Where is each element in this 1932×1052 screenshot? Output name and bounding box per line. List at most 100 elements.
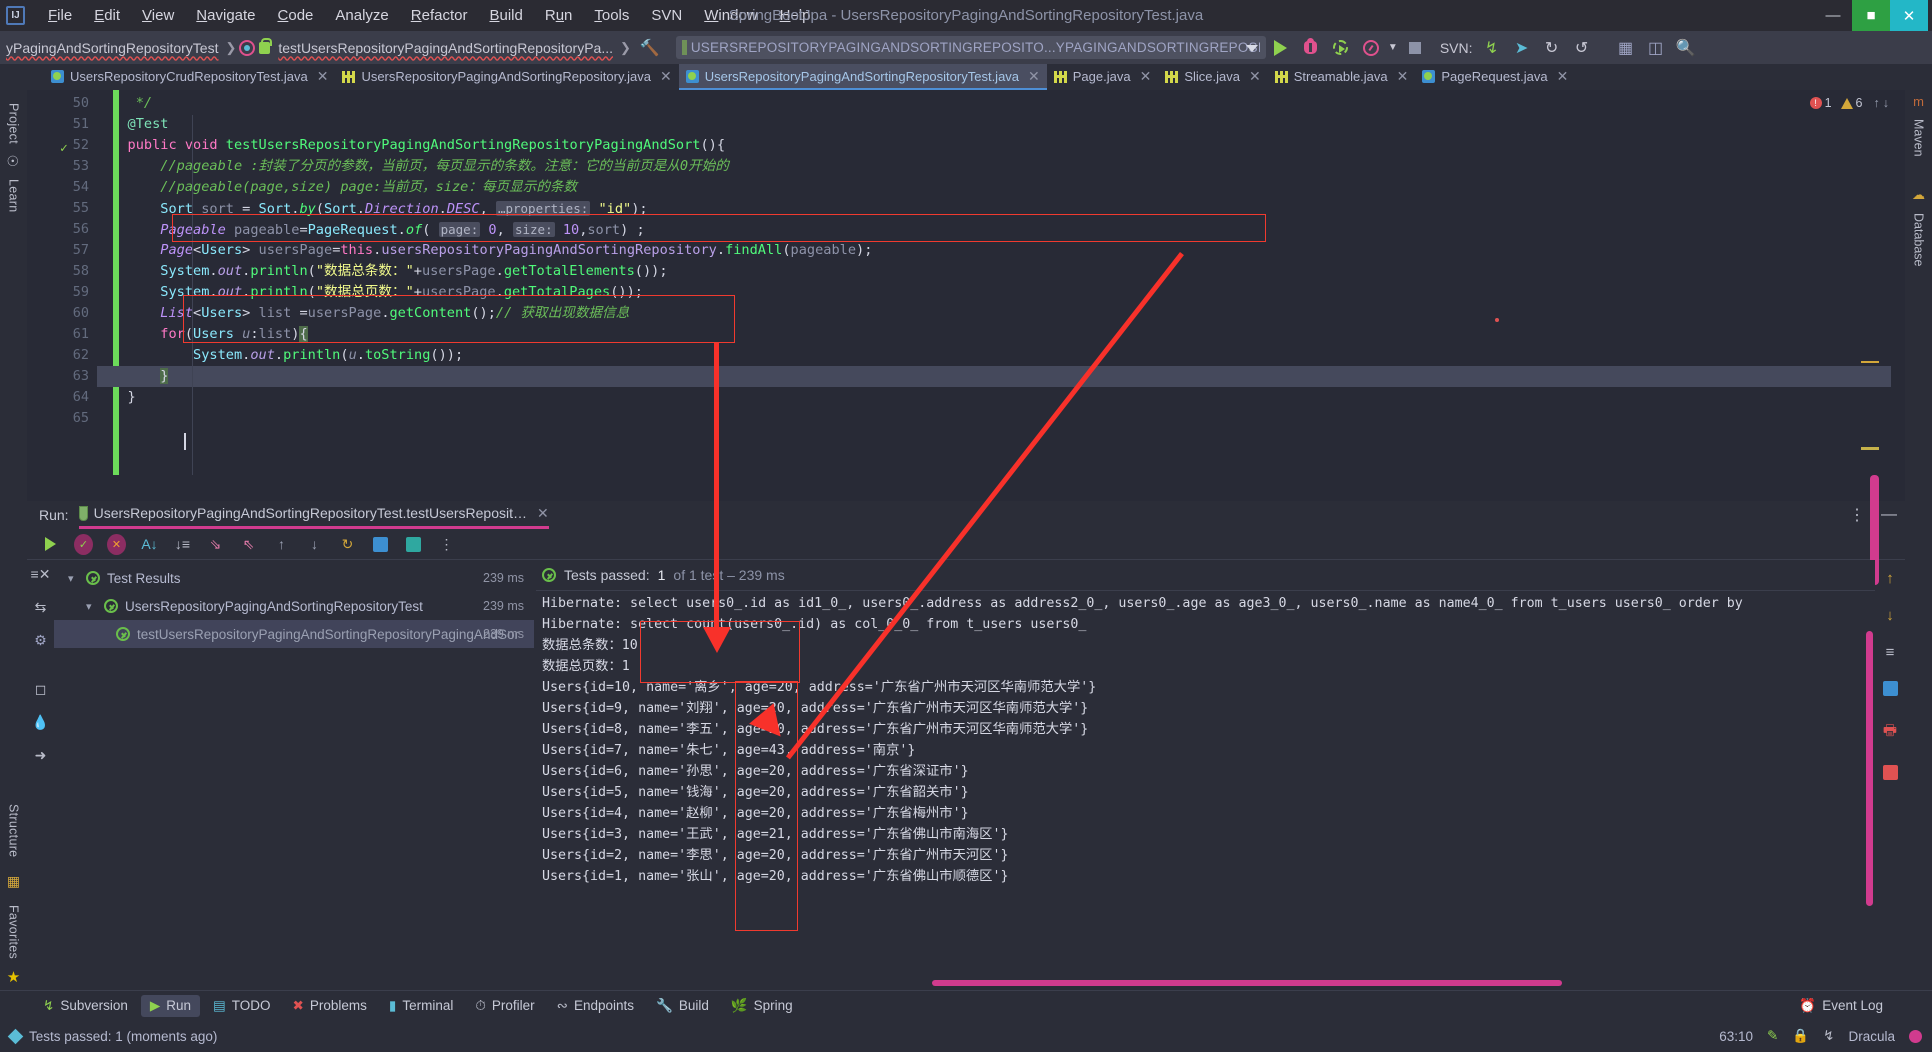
profile-button[interactable]: [1356, 33, 1386, 63]
tree-row-test-method[interactable]: testUsersRepositoryPagingAndSortingRepos…: [54, 620, 534, 648]
menu-item-file[interactable]: FFileile: [37, 5, 83, 26]
event-log-button[interactable]: ⏰ Event Log: [1790, 995, 1892, 1017]
menu-item-navigate[interactable]: Navigate: [185, 5, 266, 26]
menu-item-svn[interactable]: SVN: [640, 5, 693, 26]
next-failed-icon[interactable]: ↓: [305, 535, 324, 554]
editor-tab-users-repository-crud-repository-test[interactable]: UsersRepositoryCrudRepositoryTest.java ✕: [44, 64, 335, 90]
console-horizontal-scrollbar[interactable]: [932, 980, 1562, 986]
editor-tab-page-request[interactable]: PageRequest.java ✕: [1415, 64, 1575, 90]
tool-button-spring[interactable]: 🌿 Spring: [722, 995, 802, 1017]
tool-button-terminal[interactable]: ▮ Terminal: [380, 995, 462, 1017]
editor-marker-strip[interactable]: [1891, 90, 1905, 501]
more-options-icon[interactable]: ⋮: [1849, 505, 1865, 525]
camera-icon[interactable]: ◻: [35, 681, 47, 698]
menu-item-window[interactable]: Window: [693, 5, 768, 26]
tree-row-test-results[interactable]: ▾ Test Results 239 ms: [54, 564, 534, 592]
close-tab-icon[interactable]: ✕: [1557, 68, 1569, 85]
console-output[interactable]: Tests passed: 1 of 1 test – 239 ms Hiber…: [534, 560, 1875, 990]
export-icon[interactable]: [371, 535, 390, 554]
vcs-history-icon[interactable]: ↻: [1537, 33, 1567, 63]
history-icon[interactable]: ↻: [338, 535, 357, 554]
close-tab-icon[interactable]: ✕: [1249, 68, 1261, 85]
more-options-icon[interactable]: ⋮: [437, 535, 456, 554]
search-icon[interactable]: 🔍: [1671, 33, 1701, 63]
editor-tab-slice[interactable]: Slice.java ✕: [1158, 64, 1267, 90]
theme-label[interactable]: Dracula: [1848, 1029, 1895, 1044]
breadcrumb-method[interactable]: testUsersRepositoryPagingAndSortingRepos…: [274, 40, 617, 56]
run-coverage-button[interactable]: [1326, 33, 1356, 63]
expand-all-icon[interactable]: ⇘: [206, 535, 225, 554]
scroll-down-icon[interactable]: ↓: [1886, 607, 1894, 624]
clear-all-icon[interactable]: [1882, 765, 1898, 784]
tree-row-test-class[interactable]: ▾ UsersRepositoryPagingAndSortingReposit…: [54, 592, 534, 620]
sidebar-item-project[interactable]: Project: [7, 103, 21, 144]
inspection-status-badge[interactable]: ! 1 6 ↑ ↓: [1809, 96, 1889, 110]
print-icon[interactable]: 🖶: [1883, 720, 1897, 745]
breadcrumb-class[interactable]: yPagingAndSortingRepositoryTest: [2, 40, 222, 56]
chevron-down-icon[interactable]: ▾: [86, 600, 97, 613]
branch-icon[interactable]: ↯: [1823, 1028, 1834, 1044]
run-tab[interactable]: UsersRepositoryPagingAndSortingRepositor…: [78, 505, 549, 529]
sort-duration-icon[interactable]: ↓≡: [173, 535, 192, 554]
tool-button-run[interactable]: ▶ Run: [140, 994, 201, 1017]
vcs-update-icon[interactable]: ➤: [1507, 33, 1537, 63]
editor-gutter[interactable]: 50 51 ✓ 52 53 54 55 56 57 58 59 60 61 62 …: [27, 90, 97, 501]
tool-button-subversion[interactable]: ↯ Subversion: [34, 995, 137, 1017]
vcs-rollback-icon[interactable]: ↺: [1567, 33, 1597, 63]
thread-dump-icon[interactable]: 💧: [32, 714, 49, 731]
editor-tab-users-repository-paging-and-sorting-repository-test[interactable]: UsersRepositoryPagingAndSortingRepositor…: [678, 64, 1047, 90]
tool-button-todo[interactable]: ▤ TODO: [204, 995, 280, 1017]
sort-alpha-icon[interactable]: A↓: [140, 535, 159, 554]
console-text[interactable]: Hibernate: select users0_.id as id1_0_, …: [534, 593, 1875, 990]
collapse-all-icon[interactable]: ⇖: [239, 535, 258, 554]
lock-icon[interactable]: 🔒: [1792, 1028, 1809, 1044]
console-vertical-scrollbar[interactable]: [1866, 631, 1873, 906]
close-tab-icon[interactable]: ✕: [660, 68, 672, 85]
theme-color-swatch[interactable]: [1909, 1029, 1922, 1043]
menu-item-view[interactable]: View: [131, 5, 185, 26]
vcs-branch-icon[interactable]: ↯: [1477, 33, 1507, 63]
close-button[interactable]: ✕: [1890, 0, 1928, 31]
prev-failed-icon[interactable]: ↑: [272, 535, 291, 554]
sidebar-item-database[interactable]: Database: [1912, 213, 1926, 267]
show-passed-icon[interactable]: ✓: [74, 533, 93, 555]
hammer-icon[interactable]: 🔨: [640, 38, 660, 58]
hide-window-icon[interactable]: —: [1881, 506, 1897, 524]
close-tab-icon[interactable]: ✕: [1397, 68, 1409, 85]
minimize-button[interactable]: —: [1814, 0, 1852, 31]
sidebar-item-structure[interactable]: Structure: [7, 804, 21, 857]
close-run-tab-icon[interactable]: ✕: [537, 505, 549, 522]
close-tab-icon[interactable]: ✕: [317, 68, 329, 85]
next-problem-icon[interactable]: ↓: [1883, 96, 1889, 110]
debug-button[interactable]: [1296, 33, 1326, 63]
editor-tab-page[interactable]: Page.java ✕: [1047, 64, 1159, 90]
chevron-down-icon[interactable]: ▾: [68, 572, 79, 585]
tool-button-problems[interactable]: ✖ Problems: [284, 995, 376, 1017]
prev-problem-icon[interactable]: ↑: [1874, 96, 1880, 110]
exit-icon[interactable]: ➜: [35, 747, 47, 764]
close-tab-icon[interactable]: ✕: [1028, 68, 1040, 85]
sidebar-item-favorites[interactable]: Favorites: [7, 905, 21, 959]
code-text-area[interactable]: */ @Test public void testUsersRepository…: [97, 90, 1891, 501]
dropdown-more-icon[interactable]: ▼: [1386, 33, 1400, 63]
settings-gear-icon[interactable]: ⚙: [34, 632, 47, 649]
run-configuration-selector[interactable]: USERSREPOSITORYPAGINGANDSORTINGREPOSITO.…: [675, 36, 1266, 59]
menu-item-refactor[interactable]: Refactor: [400, 5, 479, 26]
code-editor[interactable]: 50 51 ✓ 52 53 54 55 56 57 58 59 60 61 62 …: [27, 90, 1905, 585]
scroll-to-end-icon[interactable]: [1882, 681, 1898, 700]
edit-pencil-icon[interactable]: ✎: [1767, 1028, 1778, 1044]
menu-item-build[interactable]: Build: [478, 5, 533, 26]
tool-button-build[interactable]: 🔧 Build: [647, 995, 718, 1017]
menu-item-run[interactable]: Run: [534, 5, 584, 26]
rerun-failed-icon[interactable]: ⇆: [35, 599, 47, 616]
stop-button[interactable]: [1400, 33, 1430, 63]
soft-wrap-icon[interactable]: ≡: [1886, 644, 1895, 661]
run-button[interactable]: [1266, 33, 1296, 63]
editor-tab-streamable[interactable]: Streamable.java ✕: [1268, 64, 1416, 90]
menu-item-edit[interactable]: Edit: [83, 5, 131, 26]
menu-item-code[interactable]: Code: [267, 5, 325, 26]
hide-passed-icon[interactable]: ✕: [107, 533, 126, 555]
editor-tab-users-repository-paging-and-sorting-repository[interactable]: UsersRepositoryPagingAndSortingRepositor…: [335, 64, 678, 90]
test-results-tree[interactable]: ▾ Test Results 239 ms ▾ UsersRepositoryP…: [54, 560, 534, 990]
sidebar-item-learn[interactable]: Learn: [7, 179, 21, 212]
